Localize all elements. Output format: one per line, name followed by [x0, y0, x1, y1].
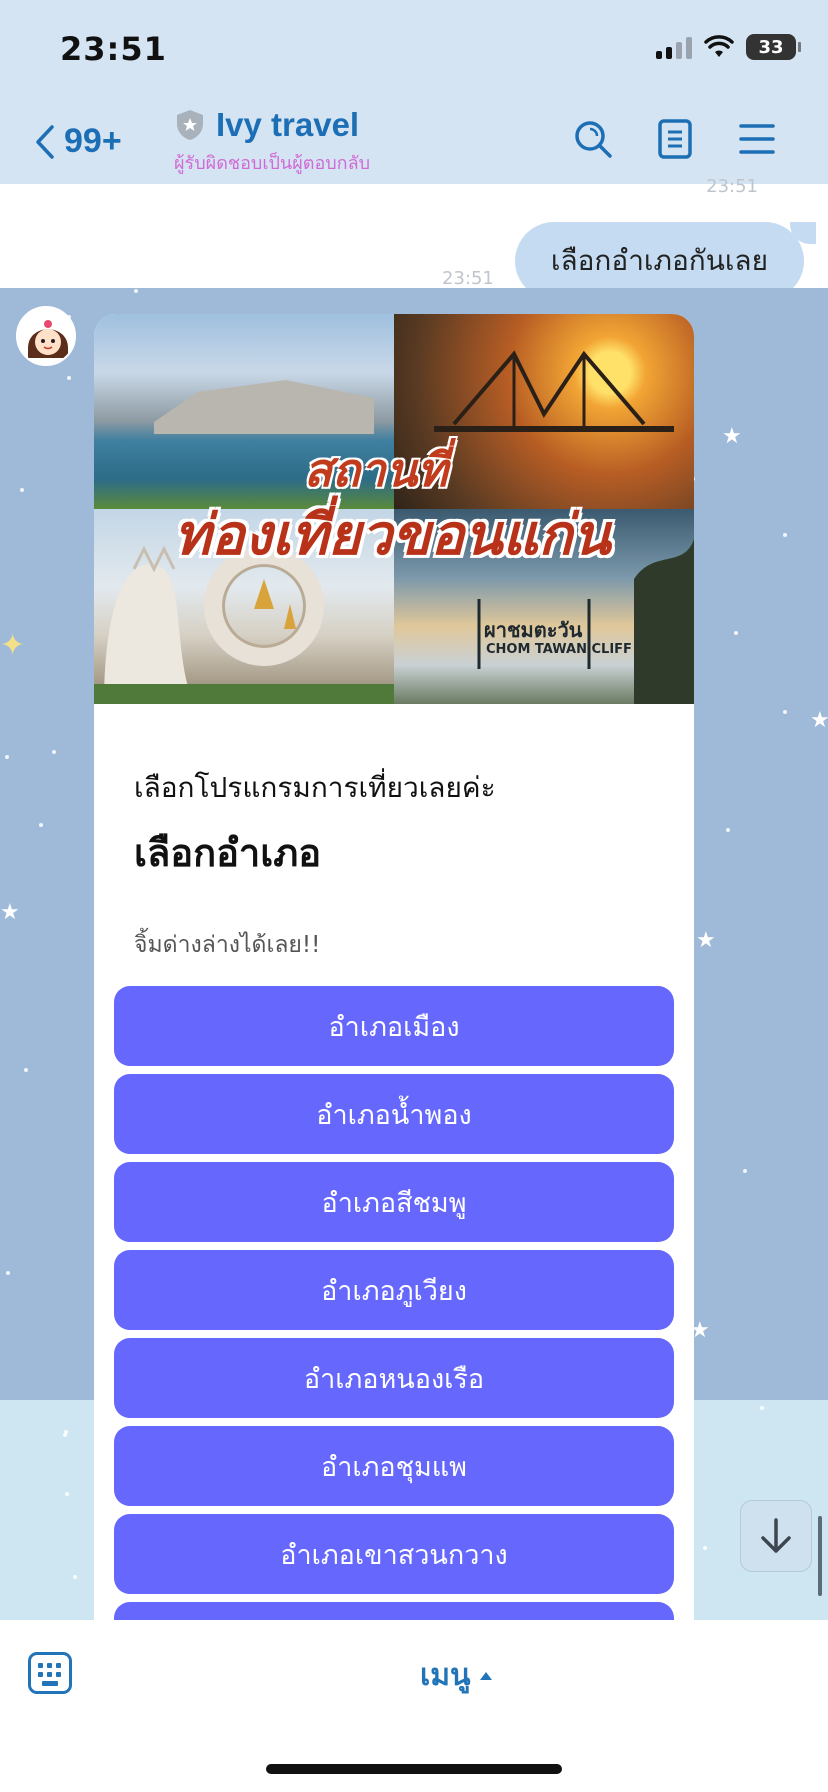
- arrow-down-icon: [761, 1518, 791, 1553]
- header-actions: [572, 118, 778, 160]
- snow-dot: [65, 1492, 69, 1496]
- district-button-nam-phong[interactable]: อำเภอน้ำพอง: [114, 1074, 674, 1154]
- status-icons: 33: [656, 34, 801, 60]
- caret-up-icon: [479, 1671, 492, 1680]
- menu-label: เมนู: [420, 1658, 471, 1693]
- district-button-chum-phae[interactable]: อำเภอชุมแพ: [114, 1426, 674, 1506]
- snow-dot: [73, 1575, 77, 1579]
- chat-title: Ivy travel: [216, 106, 360, 143]
- scroll-to-bottom-button[interactable]: [740, 1500, 812, 1572]
- chevron-left-icon: [36, 124, 54, 159]
- top-bar: 23:51 33 99+ Ivy travel ผู้รับผิดชอบเป็น…: [0, 0, 828, 184]
- snow-dot: [39, 823, 43, 827]
- card-hint: จิ้มด่างล่างได้เลย!!: [134, 932, 321, 958]
- status-time: 23:51: [60, 30, 167, 68]
- back-button[interactable]: 99+: [34, 122, 122, 161]
- district-button-list: อำเภอเมือง อำเภอน้ำพอง อำเภอสีชมพู อำเภอ…: [114, 986, 674, 1620]
- chat-header: 99+ Ivy travel ผู้รับผิดชอบเป็นผู้ตอบกลั…: [0, 100, 828, 184]
- star-decoration: ★: [810, 708, 828, 733]
- snow-dot: [24, 1068, 28, 1072]
- signal-icon: [656, 35, 692, 59]
- snow-dot: [6, 1271, 10, 1275]
- avatar[interactable]: [16, 306, 76, 366]
- district-button-phu-wiang[interactable]: อำเภอภูเวียง: [114, 1250, 674, 1330]
- card-body: เลือกโปรแกรมการเที่ยวเลยค่ะ เลือกอำเภอ จ…: [94, 704, 694, 963]
- snow-dot: [134, 289, 138, 293]
- snow-dot: [63, 1433, 67, 1437]
- shield-icon: [177, 110, 203, 140]
- district-button-nong-ruea[interactable]: อำเภอหนองเรือ: [114, 1338, 674, 1418]
- hero-image[interactable]: ผาชมตะวัน CHOM TAWAN CLIFF สถานที่ ท่องเ…: [94, 314, 694, 704]
- card-heading: เลือกอำเภอ: [134, 831, 322, 875]
- snow-dot: [743, 1169, 747, 1173]
- bottom-bar: เมนู: [0, 1620, 828, 1792]
- search-icon[interactable]: [572, 118, 614, 160]
- snow-dot: [783, 533, 787, 537]
- sign-text-en: CHOM TAWAN CLIFF: [486, 642, 632, 657]
- chat-title-block[interactable]: Ivy travel ผู้รับผิดชอบเป็นผู้ตอบกลับ: [174, 106, 371, 177]
- battery-icon: 33: [746, 34, 801, 60]
- district-button-si-chomphu[interactable]: อำเภอสีชมพู: [114, 1162, 674, 1242]
- wifi-icon: [704, 35, 734, 57]
- district-button-next[interactable]: [114, 1602, 674, 1620]
- snow-dot: [67, 376, 71, 380]
- home-indicator: [266, 1764, 562, 1774]
- star-decoration: ★: [722, 424, 742, 449]
- district-button-mueang[interactable]: อำเภอเมือง: [114, 986, 674, 1066]
- snow-dot: [760, 1406, 764, 1410]
- snow-dot: [734, 631, 738, 635]
- keyboard-icon[interactable]: [28, 1652, 72, 1694]
- snow-dot: [783, 710, 787, 714]
- notes-icon[interactable]: [654, 118, 696, 160]
- flex-message-card: ผาชมตะวัน CHOM TAWAN CLIFF สถานที่ ท่องเ…: [94, 314, 694, 1620]
- snow-dot: [703, 1546, 707, 1550]
- image-title-big: ท่องเที่ยวขอนแก่น: [174, 502, 611, 568]
- star-decoration: ★: [696, 928, 716, 953]
- message-time: 23:51: [442, 268, 494, 289]
- star-decoration: ★: [0, 900, 20, 925]
- message-time: 23:51: [706, 176, 758, 197]
- chat-subtitle: ผู้รับผิดชอบเป็นผู้ตอบกลับ: [174, 153, 371, 174]
- snow-dot: [20, 488, 24, 492]
- card-lead-text: เลือกโปรแกรมการเที่ยวเลยค่ะ: [134, 771, 496, 804]
- snow-dot: [52, 750, 56, 754]
- scrollbar[interactable]: [818, 1516, 822, 1596]
- snow-dot: [5, 755, 9, 759]
- unread-count: 99+: [64, 122, 122, 160]
- menu-icon[interactable]: [736, 118, 778, 160]
- sparkle-decoration: ✦: [0, 628, 26, 663]
- district-button-khao-suan-kwang[interactable]: อำเภอเขาสวนกวาง: [114, 1514, 674, 1594]
- rich-menu-toggle[interactable]: เมนู: [420, 1652, 493, 1699]
- snow-dot: [726, 828, 730, 832]
